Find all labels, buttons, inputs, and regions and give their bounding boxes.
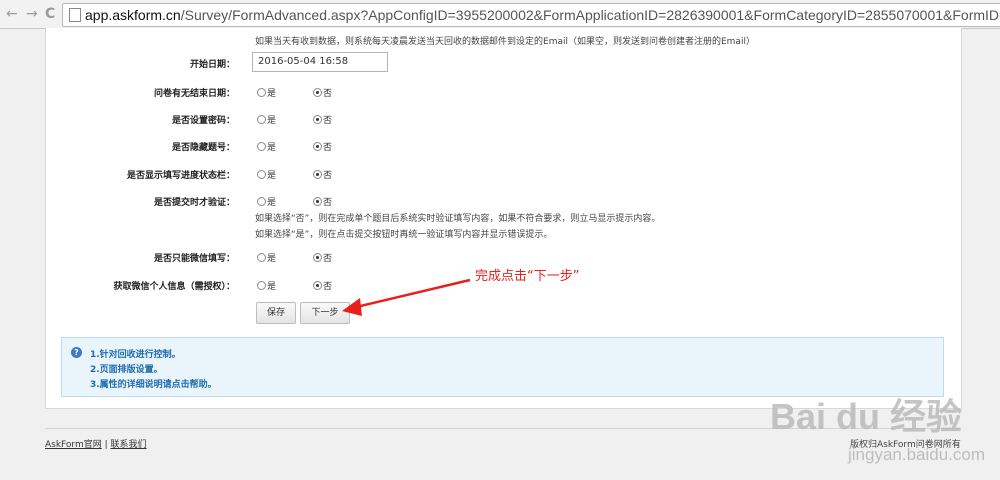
help-item-1: 1.针对回收进行控制。 xyxy=(90,350,181,360)
baidu-watermark-site: jingyan.baidu.com xyxy=(848,445,986,464)
help-item-3[interactable]: 3.属性的详细说明请点击帮助。 xyxy=(90,377,217,390)
baidu-watermark: Bai du 经验 xyxy=(770,396,963,437)
footer-links: AskForm官网 | 联系我们 xyxy=(45,437,147,450)
annotation-text: 完成点击“下一步” xyxy=(475,269,580,284)
footer-separator: | xyxy=(104,440,108,450)
help-icon[interactable]: ? xyxy=(71,347,82,358)
contact-us-link[interactable]: 联系我们 xyxy=(111,440,147,450)
help-item-2: 2.页面排版设置。 xyxy=(90,365,163,375)
askform-home-link[interactable]: AskForm官网 xyxy=(45,440,102,450)
